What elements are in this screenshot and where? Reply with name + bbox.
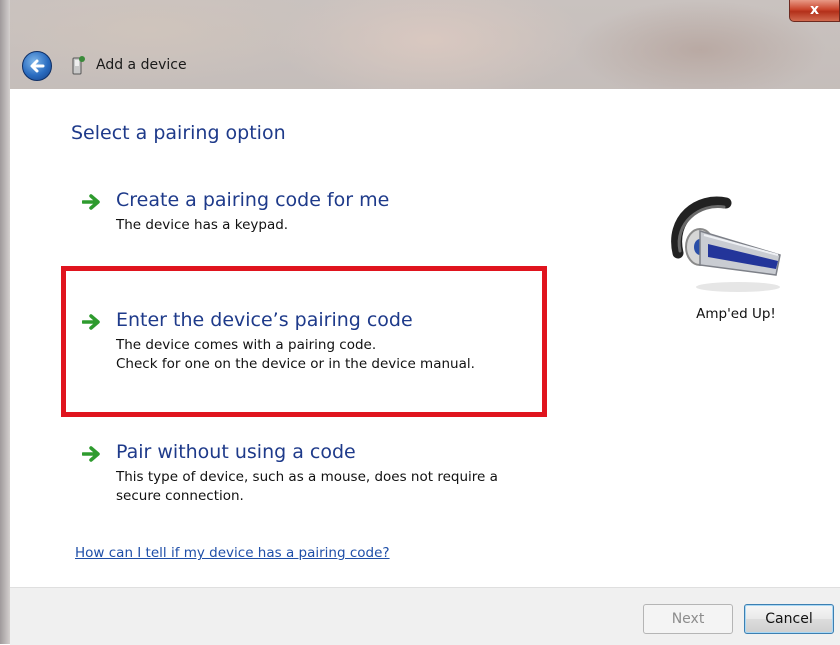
option-description: The device has a keypad. bbox=[116, 216, 288, 235]
close-icon: x bbox=[809, 2, 820, 18]
description-line: secure connection. bbox=[116, 488, 244, 504]
red-highlight-box bbox=[61, 266, 547, 417]
option-description: This type of device, such as a mouse, do… bbox=[116, 468, 498, 506]
cancel-button[interactable]: Cancel bbox=[744, 604, 834, 634]
headset-device-icon bbox=[671, 196, 781, 292]
description-line: This type of device, such as a mouse, do… bbox=[116, 469, 498, 485]
window-title: Add a device bbox=[96, 57, 187, 73]
window-border bbox=[0, 0, 10, 644]
green-arrow-icon bbox=[82, 446, 100, 462]
close-button[interactable]: x bbox=[789, 0, 840, 22]
back-button[interactable] bbox=[22, 51, 52, 81]
wizard-content: Select a pairing option Create a pairing… bbox=[10, 89, 840, 587]
option-label: Create a pairing code for me bbox=[116, 189, 390, 211]
device-name: Amp'ed Up! bbox=[696, 306, 776, 322]
description-line: The device has a keypad. bbox=[116, 217, 289, 233]
page-heading: Select a pairing option bbox=[71, 122, 286, 144]
option-label: Pair without using a code bbox=[116, 441, 356, 463]
bluetooth-device-icon bbox=[72, 56, 85, 75]
next-button[interactable]: Next bbox=[643, 604, 733, 634]
help-link[interactable]: How can I tell if my device has a pairin… bbox=[75, 545, 390, 561]
green-arrow-icon bbox=[82, 194, 100, 210]
back-arrow-icon bbox=[30, 59, 45, 73]
button-bar: Next Cancel bbox=[10, 587, 840, 645]
